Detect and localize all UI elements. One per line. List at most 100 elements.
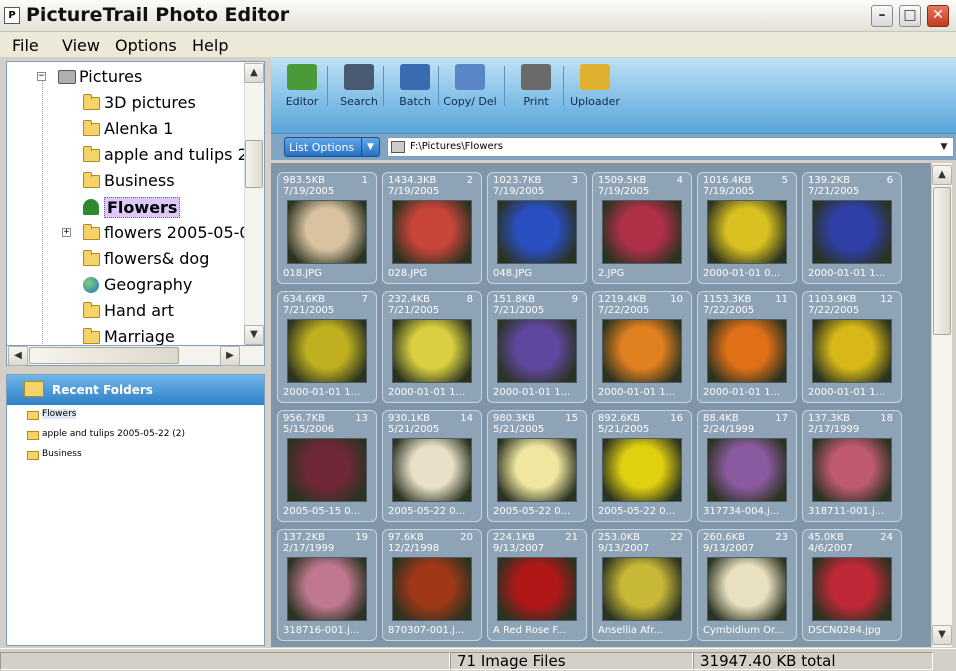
toolbar-button[interactable]: Editor xyxy=(271,62,333,112)
tree-item[interactable]: Alenka 1 xyxy=(7,116,247,142)
tree-item[interactable]: Hand art xyxy=(7,298,247,324)
scroll-down-button[interactable]: ▼ xyxy=(244,325,264,345)
folder-path-icon xyxy=(391,141,405,153)
toolbar-button[interactable]: Batch xyxy=(384,62,446,112)
photo-thumbnail[interactable]: 45.0KB 24 4/6/2007 DSCN0284.jpg xyxy=(802,529,902,641)
tree-item[interactable]: 3D pictures xyxy=(7,90,247,116)
photo-thumbnail[interactable]: 634.6KB 7 7/21/2005 2000-01-01 1... xyxy=(277,291,377,403)
folder-tree[interactable]: − Pictures 3D pictures Alenka 1 apple and … xyxy=(6,61,265,346)
folder-icon xyxy=(83,250,100,266)
file-date: 9/13/2007 xyxy=(703,543,755,554)
scroll-thumb[interactable] xyxy=(29,347,179,364)
tree-item-pictures[interactable]: − Pictures xyxy=(7,64,247,90)
photo-thumbnail[interactable]: 139.2KB 6 7/21/2005 2000-01-01 1... xyxy=(802,172,902,284)
folder-icon xyxy=(83,172,100,188)
scroll-left-button[interactable]: ◀ xyxy=(8,346,28,366)
file-date: 9/13/2007 xyxy=(493,543,545,554)
photo-thumbnail[interactable]: 983.5KB 1 7/19/2005 018.JPG xyxy=(277,172,377,284)
photo-thumbnail[interactable]: 137.2KB 19 2/17/1999 318716-001.j... xyxy=(277,529,377,641)
toolbar-button[interactable]: Copy/ Del xyxy=(439,62,501,112)
photo-thumbnail[interactable]: 1153.3KB 11 7/22/2005 2000-01-01 1... xyxy=(697,291,797,403)
tree-item[interactable]: Marriage xyxy=(7,324,247,345)
file-size: 1023.7KB xyxy=(493,175,542,186)
photo-thumbnail[interactable]: 1023.7KB 3 7/19/2005 048.JPG xyxy=(487,172,587,284)
tree-item[interactable]: apple and tulips 20 xyxy=(7,142,258,168)
photo-image xyxy=(602,319,682,383)
photo-thumbnail[interactable]: 260.6KB 23 9/13/2007 Cymbidium Or... xyxy=(697,529,797,641)
photo-thumbnail[interactable]: 1434.3KB 2 7/19/2005 028.JPG xyxy=(382,172,482,284)
photo-thumbnail[interactable]: 1103.9KB 12 7/22/2005 2000-01-01 1... xyxy=(802,291,902,403)
scroll-up-button[interactable]: ▲ xyxy=(244,63,264,83)
photo-thumbnail[interactable]: 1509.5KB 4 7/19/2005 2.JPG xyxy=(592,172,692,284)
scroll-right-button[interactable]: ▶ xyxy=(220,346,240,366)
scroll-thumb[interactable] xyxy=(933,187,951,335)
tree-item[interactable]: flowers& dog xyxy=(7,246,247,272)
recent-folder-item[interactable]: Flowers xyxy=(27,409,257,423)
photo-thumbnail[interactable]: 980.3KB 15 5/21/2005 2005-05-22 0... xyxy=(487,410,587,522)
tree-item[interactable]: Business xyxy=(7,168,247,194)
recent-folder-item[interactable]: Business xyxy=(27,449,257,463)
file-index: 18 xyxy=(880,413,893,424)
file-name: 2005-05-22 0... xyxy=(388,506,466,517)
expand-icon[interactable]: + xyxy=(62,228,71,237)
menu-file[interactable]: File xyxy=(12,36,39,55)
close-button[interactable]: ✕ xyxy=(927,5,949,27)
scroll-down-button[interactable]: ▼ xyxy=(932,625,952,645)
tree-horizontal-scrollbar[interactable]: ◀ ▶ xyxy=(6,346,265,366)
folder-icon xyxy=(83,224,100,240)
folder-icon xyxy=(83,120,100,136)
file-size: 224.1KB xyxy=(493,532,536,543)
menu-options[interactable]: Options xyxy=(115,36,177,55)
photo-thumbnail[interactable]: 137.3KB 18 2/17/1999 318711-001.j... xyxy=(802,410,902,522)
toolbar-button[interactable]: Search xyxy=(328,62,390,112)
tree-item[interactable]: + flowers 2005-05-0 xyxy=(7,220,250,246)
photo-thumbnail[interactable]: 253.0KB 22 9/13/2007 Ansellia Afr... xyxy=(592,529,692,641)
file-index: 10 xyxy=(670,294,683,305)
photo-thumbnail[interactable]: 97.6KB 20 12/2/1998 870307-001.j... xyxy=(382,529,482,641)
photo-image xyxy=(602,200,682,264)
photo-thumbnail[interactable]: 1016.4KB 5 7/19/2005 2000-01-01 0... xyxy=(697,172,797,284)
title-bar: P PictureTrail Photo Editor – □ ✕ xyxy=(0,0,956,32)
file-name: Cymbidium Or... xyxy=(703,625,784,636)
menu-view[interactable]: View xyxy=(62,36,100,55)
photo-image xyxy=(287,319,367,383)
menu-help[interactable]: Help xyxy=(192,36,228,55)
folder-icon xyxy=(27,411,39,420)
recent-folder-item[interactable]: apple and tulips 2005-05-22 (2) xyxy=(27,429,257,443)
collapse-icon[interactable]: − xyxy=(37,72,46,81)
photo-thumbnail[interactable]: 224.1KB 21 9/13/2007 A Red Rose F... xyxy=(487,529,587,641)
file-date: 2/17/1999 xyxy=(808,424,860,435)
file-name: 2005-05-15 0... xyxy=(283,506,361,517)
toolbar-label: Copy/ Del xyxy=(443,95,497,108)
path-dropdown[interactable]: F:\Pictures\Flowers ▼ xyxy=(387,137,954,157)
maximize-button[interactable]: □ xyxy=(899,5,921,27)
recent-folders-header[interactable]: Recent Folders xyxy=(7,375,264,405)
grid-vertical-scrollbar[interactable]: ▲ ▼ xyxy=(931,163,952,647)
photo-thumbnail[interactable]: 892.6KB 16 5/21/2005 2005-05-22 0... xyxy=(592,410,692,522)
photo-thumbnail[interactable]: 88.4KB 17 2/24/1999 317734-004.j... xyxy=(697,410,797,522)
photo-thumbnail[interactable]: 956.7KB 13 5/15/2006 2005-05-15 0... xyxy=(277,410,377,522)
list-options-button[interactable]: List Options ▼ xyxy=(284,137,380,157)
photo-image xyxy=(707,438,787,502)
scroll-up-button[interactable]: ▲ xyxy=(932,165,952,185)
file-size: 1219.4KB xyxy=(598,294,647,305)
photo-thumbnail[interactable]: 232.4KB 8 7/21/2005 2000-01-01 1... xyxy=(382,291,482,403)
tree-item[interactable]: Geography xyxy=(7,272,247,298)
toolbar-button[interactable]: Uploader xyxy=(564,62,626,112)
photo-thumbnail[interactable]: 151.8KB 9 7/21/2005 2000-01-01 1... xyxy=(487,291,587,403)
main-toolbar: Editor Search Batch Copy/ Del Print Uploader xyxy=(271,58,956,134)
status-total-size: 31947.40 KB total xyxy=(693,652,933,670)
photo-thumbnail[interactable]: 1219.4KB 10 7/22/2005 2000-01-01 1... xyxy=(592,291,692,403)
tree-vertical-scrollbar[interactable]: ▲ ▼ xyxy=(244,62,264,345)
file-date: 7/19/2005 xyxy=(703,186,755,197)
folder-icon xyxy=(27,431,39,440)
recent-folder-label: Flowers xyxy=(42,409,77,419)
tree-item[interactable]: Flowers xyxy=(7,194,247,220)
folder-icon xyxy=(27,451,39,460)
scroll-thumb[interactable] xyxy=(245,140,263,188)
minimize-button[interactable]: – xyxy=(871,5,893,27)
file-size: 232.4KB xyxy=(388,294,431,305)
toolbar-button[interactable]: Print xyxy=(505,62,567,112)
photo-thumbnail[interactable]: 930.1KB 14 5/21/2005 2005-05-22 0... xyxy=(382,410,482,522)
chevron-down-icon[interactable]: ▼ xyxy=(935,138,953,156)
